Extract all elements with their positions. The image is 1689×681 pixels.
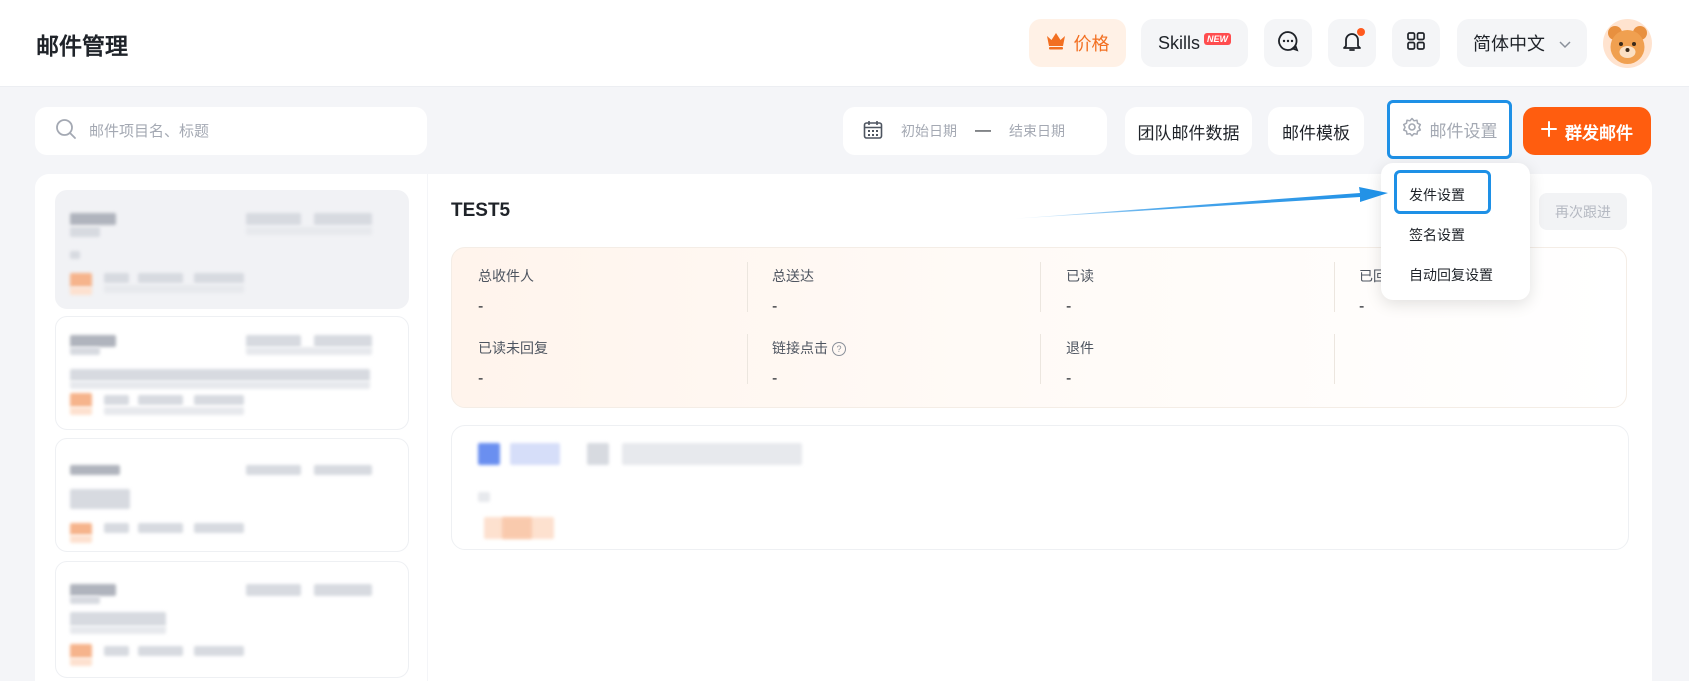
annotation-arrow [1010,187,1388,219]
